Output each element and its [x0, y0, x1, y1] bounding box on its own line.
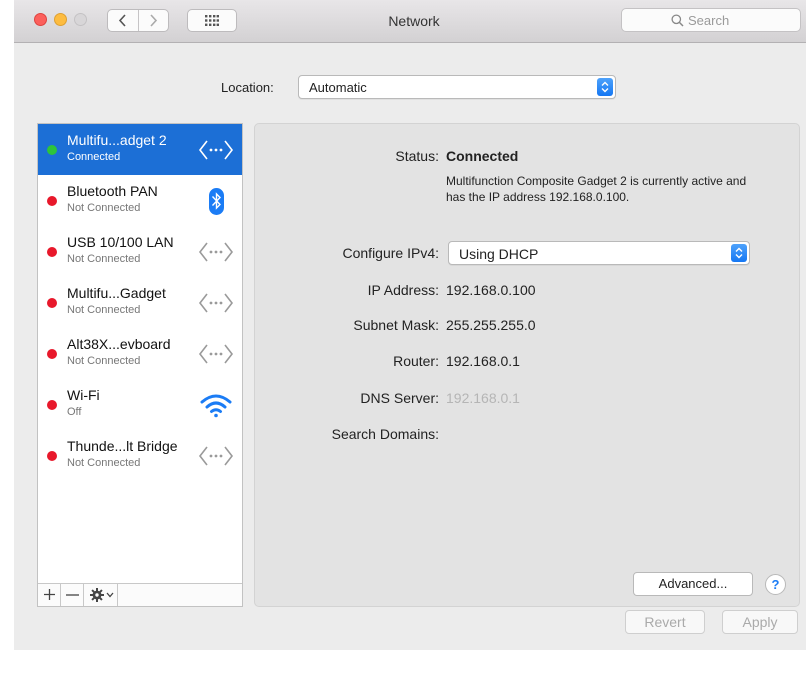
service-item[interactable]: Multifu...Gadget Not Connected [38, 277, 242, 328]
search-input[interactable]: Search [621, 8, 801, 32]
chevron-right-icon [150, 14, 158, 27]
service-item[interactable]: Wi-Fi Off [38, 379, 242, 430]
zoom-window-button[interactable] [74, 13, 87, 26]
service-status: Not Connected [67, 253, 141, 265]
ip-address-value: 192.168.0.100 [446, 282, 536, 298]
service-name: Multifu...adget 2 [67, 132, 167, 148]
help-button[interactable]: ? [765, 574, 786, 595]
ip-address-label: IP Address: [367, 282, 439, 298]
window-title: Network [388, 13, 440, 29]
status-dot-icon [47, 400, 57, 410]
add-service-button[interactable] [38, 584, 61, 606]
close-window-button[interactable] [34, 13, 47, 26]
service-name: Bluetooth PAN [67, 183, 158, 199]
dns-server-value: 192.168.0.1 [446, 390, 520, 406]
minimize-window-button[interactable] [54, 13, 67, 26]
show-all-button[interactable] [187, 9, 237, 32]
service-item[interactable]: Thunde...lt Bridge Not Connected [38, 430, 242, 481]
dns-server-label: DNS Server: [360, 390, 439, 406]
service-item[interactable]: USB 10/100 LAN Not Connected [38, 226, 242, 277]
bluetooth-icon [198, 187, 234, 215]
navigation-buttons [107, 9, 169, 32]
subnet-mask-label: Subnet Mask: [353, 317, 439, 333]
configure-ipv4-label: Configure IPv4: [342, 245, 440, 261]
service-name: Multifu...Gadget [67, 285, 166, 301]
status-dot-icon [47, 349, 57, 359]
ethernet-arrows-icon [198, 238, 234, 266]
plus-icon [44, 589, 55, 600]
location-value: Automatic [309, 80, 367, 95]
service-item[interactable]: Multifu...adget 2 Connected [38, 124, 242, 175]
ethernet-arrows-icon [198, 340, 234, 368]
gear-icon [90, 588, 104, 602]
network-services-list: Multifu...adget 2 Connected Bluetooth PAN N… [37, 123, 243, 607]
status-dot-icon [47, 196, 57, 206]
search-placeholder: Search [688, 13, 730, 28]
services-container: Multifu...adget 2 Connected Bluetooth PAN N… [38, 124, 242, 481]
revert-button[interactable]: Revert [625, 610, 705, 634]
service-status: Connected [67, 151, 121, 163]
status-description: Multifunction Composite Gadget 2 is curr… [446, 174, 747, 204]
action-menu-button[interactable] [84, 584, 118, 606]
status-value: Connected [446, 148, 519, 164]
apply-button[interactable]: Apply [722, 610, 798, 634]
ethernet-arrows-icon [198, 136, 234, 164]
back-button[interactable] [108, 10, 139, 31]
status-dot-icon [47, 145, 57, 155]
service-status: Not Connected [67, 202, 141, 214]
service-name: Thunde...lt Bridge [67, 438, 178, 454]
service-item[interactable]: Alt38X...evboard Not Connected [38, 328, 242, 379]
service-status: Off [67, 406, 82, 418]
minus-icon [66, 594, 79, 596]
status-dot-icon [47, 298, 57, 308]
service-status: Not Connected [67, 457, 141, 469]
configure-ipv4-value: Using DHCP [459, 246, 539, 262]
service-name: Wi-Fi [67, 387, 100, 403]
status-dot-icon [47, 451, 57, 461]
chevron-left-icon [118, 14, 126, 27]
location-label: Location: [221, 80, 274, 95]
service-item[interactable]: Bluetooth PAN Not Connected [38, 175, 242, 226]
network-preferences-window: Network Search Location: Automatic Multi… [14, 0, 806, 650]
status-label: Status: [395, 148, 439, 164]
forward-button[interactable] [139, 10, 169, 31]
grid-icon [205, 15, 219, 26]
status-dot-icon [47, 247, 57, 257]
search-icon [671, 14, 684, 27]
search-domains-label: Search Domains: [331, 426, 439, 442]
sidebar-toolbar [38, 583, 242, 606]
service-detail-pane: Status: Connected Multifunction Composit… [254, 123, 800, 607]
popup-arrows-icon [597, 78, 613, 96]
configure-ipv4-select[interactable]: Using DHCP [448, 241, 750, 265]
remove-service-button[interactable] [61, 584, 84, 606]
subnet-mask-value: 255.255.255.0 [446, 317, 536, 333]
service-name: USB 10/100 LAN [67, 234, 174, 250]
chevron-down-icon [106, 592, 114, 598]
title-bar: Network Search [14, 0, 806, 43]
router-value: 192.168.0.1 [446, 353, 520, 369]
router-label: Router: [393, 353, 439, 369]
service-status: Not Connected [67, 304, 141, 316]
location-select[interactable]: Automatic [298, 75, 616, 99]
wifi-icon [198, 391, 234, 419]
ethernet-arrows-icon [198, 442, 234, 470]
ethernet-arrows-icon [198, 289, 234, 317]
service-name: Alt38X...evboard [67, 336, 171, 352]
service-status: Not Connected [67, 355, 141, 367]
advanced-button[interactable]: Advanced... [633, 572, 753, 596]
popup-arrows-icon [731, 244, 747, 262]
